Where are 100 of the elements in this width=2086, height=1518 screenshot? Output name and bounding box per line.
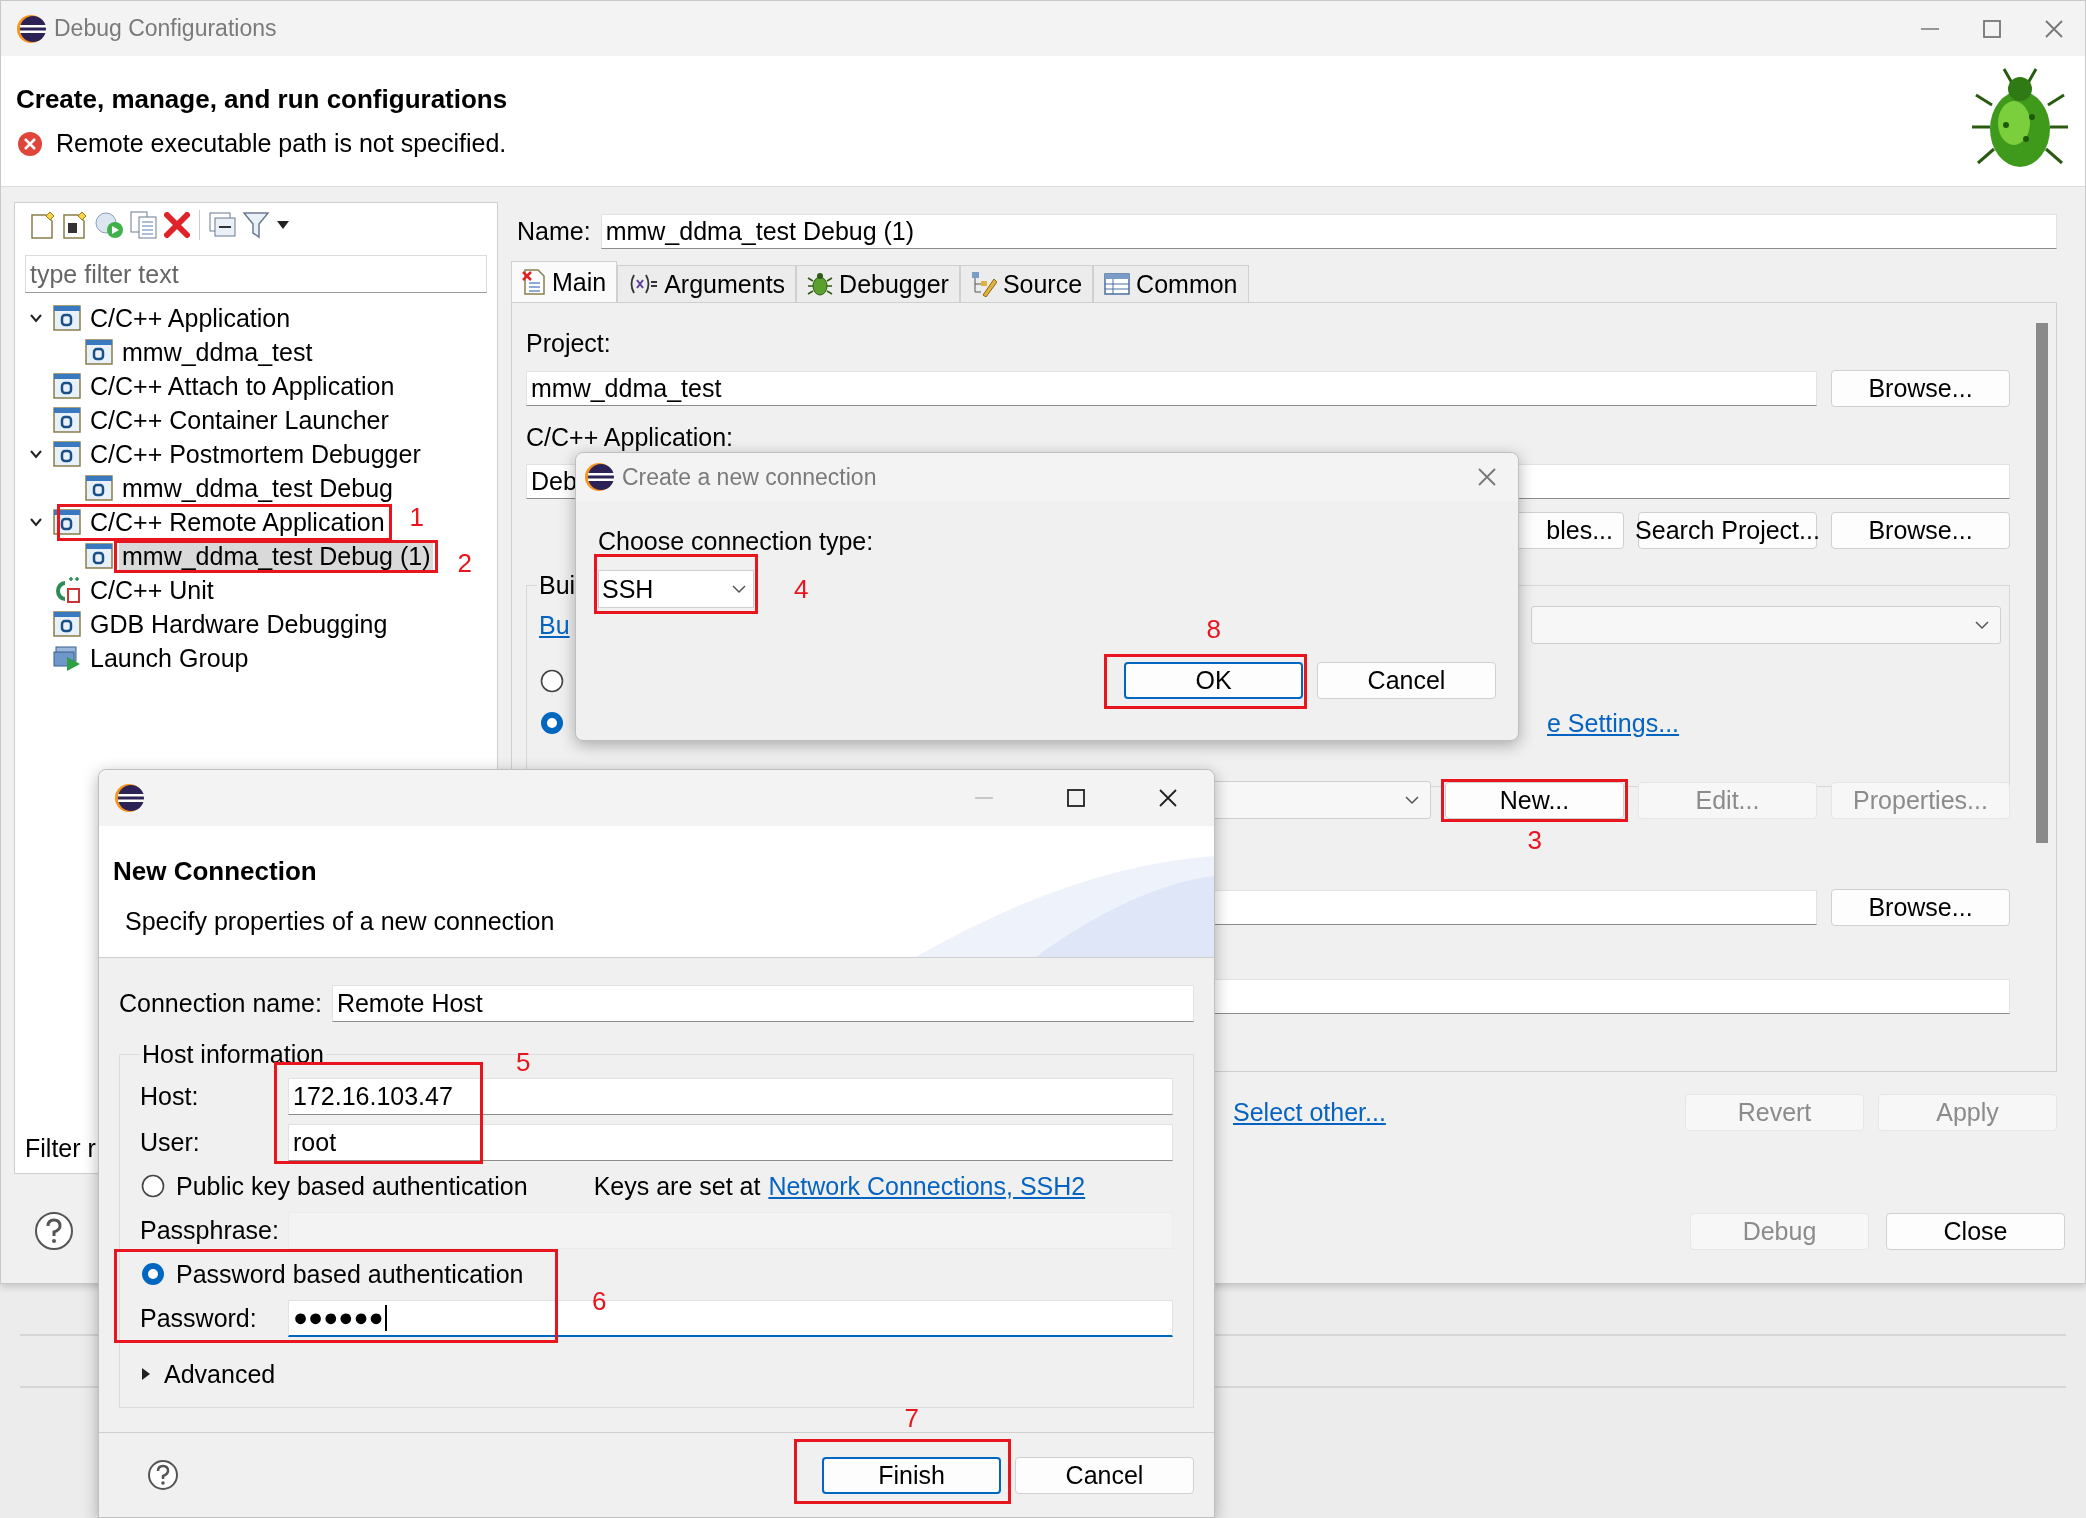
group-label: Bui	[538, 571, 577, 600]
unit-test-icon	[53, 577, 81, 603]
link[interactable]: Network Connections, SSH2	[768, 1171, 1086, 1201]
filter-icon[interactable]	[243, 211, 269, 239]
step-number: 4	[794, 574, 809, 605]
collapse-all-icon[interactable]	[209, 212, 237, 238]
button[interactable]: Close	[1886, 1212, 2065, 1250]
dialog-heading: New Connection	[113, 856, 318, 887]
tree-item[interactable]: mmw_ddma_test	[119, 337, 316, 367]
filter-field[interactable]: type filter text	[25, 255, 487, 293]
config-window-icon	[53, 441, 81, 467]
chevron-down-icon[interactable]	[1974, 619, 1990, 631]
step-number: 7	[904, 1402, 919, 1434]
help-icon[interactable]	[147, 1459, 179, 1491]
dialog-heading: Create, manage, and run configurations	[16, 84, 509, 115]
dialog-description: Specify properties of a new connection	[124, 907, 556, 936]
help-icon[interactable]	[34, 1211, 74, 1251]
window-title: Debug Configurations	[54, 15, 277, 42]
launch-group-icon	[53, 645, 81, 671]
step-number: 3	[1527, 824, 1542, 856]
radio-button[interactable]	[539, 668, 565, 694]
button[interactable]: Cancel	[1015, 1456, 1194, 1494]
field-label: Passphrase:	[140, 1215, 280, 1245]
scrollbar[interactable]	[2036, 323, 2048, 843]
step-number: 2	[457, 547, 472, 579]
tree-item[interactable]: C/C++ Application	[87, 303, 294, 333]
error-icon	[16, 129, 44, 158]
name-field[interactable]: mmw_ddma_test Debug (1)	[600, 213, 2057, 249]
tab[interactable]: Debugger	[796, 265, 960, 302]
tree-item[interactable]: C/C++ Attach to Application	[87, 371, 398, 401]
field-label: Host:	[140, 1081, 200, 1111]
dialog-title: Create a new connection	[622, 463, 877, 491]
field-label: User:	[140, 1127, 201, 1157]
user-field[interactable]: root	[288, 1123, 1173, 1161]
field-label: C/C++ Application:	[526, 423, 735, 452]
error-message: Remote executable path is not specified.	[56, 129, 507, 158]
bug-icon	[807, 271, 834, 297]
field-label: Project:	[526, 329, 612, 358]
table-icon	[1104, 272, 1131, 296]
close-icon[interactable]	[1157, 787, 1179, 809]
new-prototype-icon[interactable]	[62, 211, 88, 239]
link[interactable]: Bu	[539, 610, 570, 640]
source-tree-icon	[970, 271, 997, 297]
tree-item[interactable]: C/C++ Container Launcher	[87, 405, 392, 435]
config-window-icon	[85, 339, 113, 365]
button[interactable]: Search Project...	[1638, 512, 1817, 549]
tree-item[interactable]: Launch Group	[87, 643, 252, 673]
field-label: Name:	[517, 216, 591, 246]
document-icon	[522, 269, 546, 295]
config-window-icon	[85, 543, 113, 569]
button[interactable]: Browse...	[1831, 370, 2010, 407]
tree-item[interactable]: C/C++ Postmortem Debugger	[87, 439, 424, 469]
radio-button[interactable]	[140, 1173, 166, 1199]
tab[interactable]: Source	[959, 265, 1094, 302]
step-number: 5	[516, 1046, 531, 1078]
link[interactable]: e Settings...	[1547, 708, 1680, 738]
tab[interactable]: Arguments	[617, 265, 797, 302]
new-document-icon[interactable]	[30, 211, 56, 239]
chevron-down-icon[interactable]	[1404, 794, 1420, 806]
tree-item[interactable]: GDB Hardware Debugging	[87, 609, 391, 639]
expand-triangle-icon[interactable]	[140, 1366, 152, 1382]
tree-item[interactable]: mmw_ddma_test Debug (1)	[119, 541, 434, 571]
maximize-icon[interactable]	[1065, 787, 1087, 809]
dropdown[interactable]: SSH	[598, 570, 754, 608]
config-window-icon	[53, 509, 81, 535]
config-window-icon	[53, 611, 81, 637]
tree-item[interactable]: mmw_ddma_test Debug	[119, 473, 396, 503]
config-window-icon	[53, 373, 81, 399]
config-window-icon	[53, 305, 81, 331]
step-number: 1	[409, 501, 425, 533]
field-label: Choose connection type:	[598, 527, 875, 556]
button[interactable]: Browse...	[1831, 889, 2010, 926]
button[interactable]: Finish	[822, 1456, 1001, 1494]
tree-item[interactable]: C/C++ Unit	[87, 575, 217, 605]
group-label: Host information	[141, 1040, 326, 1069]
host-field[interactable]: 172.16.103.47	[288, 1077, 1173, 1115]
label: Keys are set at	[593, 1171, 761, 1201]
radio-button[interactable]	[140, 1261, 166, 1287]
tab[interactable]: Main	[511, 261, 618, 302]
tab[interactable]: Common	[1093, 265, 1249, 302]
chevron-down-icon[interactable]	[731, 583, 747, 595]
button[interactable]: OK	[1124, 662, 1303, 699]
caret-icon[interactable]	[275, 219, 291, 231]
expander-label[interactable]: Advanced	[164, 1359, 276, 1389]
config-window-icon	[85, 475, 113, 501]
field-label: Password:	[140, 1303, 258, 1333]
radio-label: Public key based authentication	[176, 1171, 528, 1201]
delete-icon[interactable]	[164, 212, 190, 238]
globe-run-icon[interactable]	[94, 211, 124, 239]
passphrase-field[interactable]	[288, 1211, 1173, 1249]
logo-icon	[584, 462, 614, 492]
radio-button[interactable]	[539, 710, 565, 736]
step-number: 8	[1206, 614, 1221, 645]
project-field[interactable]: mmw_ddma_test	[526, 371, 1817, 406]
button[interactable]: New...	[1445, 781, 1624, 819]
button[interactable]: Browse...	[1831, 512, 2010, 549]
connection-name-field[interactable]: Remote Host	[331, 984, 1194, 1022]
tree-item[interactable]: C/C++ Remote Application	[87, 507, 388, 537]
button[interactable]: Cancel	[1317, 662, 1496, 699]
link[interactable]: Select other...	[1233, 1097, 1386, 1127]
